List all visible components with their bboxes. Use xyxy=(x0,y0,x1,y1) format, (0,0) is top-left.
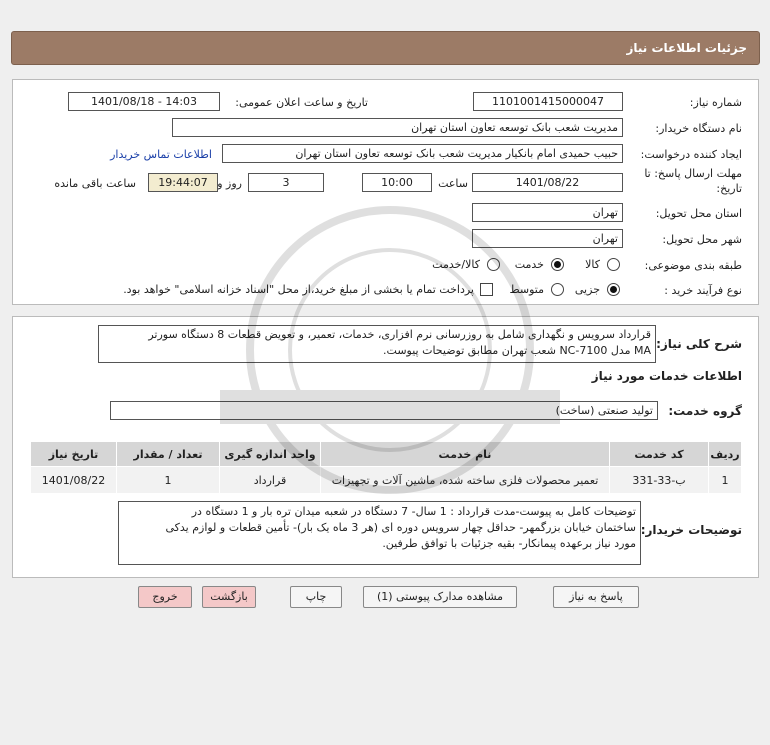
services-section-title: اطلاعات خدمات مورد نیاز xyxy=(591,369,742,383)
summary-label: شرح کلی نیاز: xyxy=(656,337,742,351)
table-header-row: ردیف کد خدمت نام خدمت واحد اندازه گیری ت… xyxy=(30,441,742,467)
remaining-label: ساعت باقی مانده xyxy=(54,177,136,190)
col-code: کد خدمت xyxy=(609,441,709,467)
service-group-label: گروه خدمت: xyxy=(668,404,742,418)
attachments-button[interactable]: مشاهده مدارک پیوستی (1) xyxy=(363,586,517,608)
province-label: استان محل تحویل: xyxy=(655,207,742,220)
process-minor-radio[interactable] xyxy=(607,283,620,296)
city-label: شهر محل تحویل: xyxy=(662,233,742,246)
announce-date-field: 1401/08/18 - 14:03 xyxy=(68,92,220,111)
service-group-field: تولید صنعتی (ساخت) xyxy=(110,401,658,420)
cell-date: 1401/08/22 xyxy=(30,466,117,494)
col-date: تاریخ نیاز xyxy=(30,441,117,467)
need-number-field: 1101001415000047 xyxy=(473,92,623,111)
cell-unit: قرارداد xyxy=(219,466,321,494)
cell-name: تعمیر محصولات فلزی ساخته شده، ماشین آلات… xyxy=(320,466,610,494)
services-table: ردیف کد خدمت نام خدمت واحد اندازه گیری ت… xyxy=(30,441,742,494)
col-quantity: تعداد / مقدار xyxy=(116,441,220,467)
buyer-notes-label: توضیحات خریدار: xyxy=(640,523,742,537)
treasury-note: پرداخت تمام یا بخشی از مبلغ خرید،از محل … xyxy=(123,283,474,296)
category-goods-label: کالا xyxy=(585,258,600,271)
process-label: نوع فرآیند خرید : xyxy=(664,284,742,297)
buyer-notes-line-1: توضیحات کامل به پیوست-مدت قرارداد : 1 سا… xyxy=(191,505,636,518)
summary-line-1: قرارداد سرویس و نگهداری شامل به روزرسانی… xyxy=(148,328,651,341)
deadline-date-field: 1401/08/22 xyxy=(472,173,623,192)
treasury-checkbox[interactable] xyxy=(480,283,493,296)
col-unit: واحد اندازه گیری xyxy=(219,441,321,467)
buyer-org-label: نام دستگاه خریدار: xyxy=(655,122,742,135)
days-field: 3 xyxy=(248,173,324,192)
category-service-radio[interactable] xyxy=(551,258,564,271)
print-button[interactable]: چاپ xyxy=(290,586,342,608)
buyer-org-field: مدیریت شعب بانک توسعه تعاون استان تهران xyxy=(172,118,623,137)
process-minor-label: جزیی xyxy=(574,283,600,296)
requester-field: حبیب حمیدی امام بانکیار مدیریت شعب بانک … xyxy=(222,144,623,163)
process-medium-radio[interactable] xyxy=(551,283,564,296)
back-button[interactable]: بازگشت xyxy=(202,586,256,608)
buyer-contact-link[interactable]: اطلاعات تماس خریدار xyxy=(110,148,212,161)
province-field: تهران xyxy=(472,203,623,222)
cell-code: ب-33-331 xyxy=(609,466,709,494)
days-label: روز و xyxy=(217,177,242,190)
deadline-label-2: تاریخ: xyxy=(716,182,742,195)
buyer-notes-box: توضیحات کامل به پیوست-مدت قرارداد : 1 سا… xyxy=(118,501,641,565)
category-goods-radio[interactable] xyxy=(607,258,620,271)
exit-button[interactable]: خروج xyxy=(138,586,192,608)
category-service-label: خدمت xyxy=(514,258,544,271)
buyer-notes-line-2: ساختمان خیابان بزرگمهر- حداقل چهار سرویس… xyxy=(165,521,636,534)
page-header: جزئیات اطلاعات نیاز xyxy=(11,31,760,65)
summary-box: قرارداد سرویس و نگهداری شامل به روزرسانی… xyxy=(98,325,656,363)
remaining-time-field: 19:44:07 xyxy=(148,173,218,192)
process-medium-label: متوسط xyxy=(509,283,544,296)
service-group-value: تولید صنعتی (ساخت) xyxy=(555,404,653,417)
page-title: جزئیات اطلاعات نیاز xyxy=(626,41,747,55)
deadline-time-label: ساعت xyxy=(438,177,468,190)
deadline-time-field: 10:00 xyxy=(362,173,432,192)
summary-line-2: MA مدل NC-7100 شعب تهران مطابق توضیحات پ… xyxy=(383,344,651,357)
announce-date-label: تاریخ و ساعت اعلان عمومی: xyxy=(235,96,368,109)
city-field: تهران xyxy=(472,229,623,248)
need-number-label: شماره نیاز: xyxy=(689,96,742,109)
col-name: نام خدمت xyxy=(320,441,610,467)
category-label: طبقه بندی موضوعی: xyxy=(644,259,742,272)
col-row: ردیف xyxy=(708,441,742,467)
cell-row: 1 xyxy=(708,466,742,494)
category-both-label: کالا/خدمت xyxy=(432,258,480,271)
buyer-notes-line-3: مورد نیاز برعهده پیمانکار- بقیه جزئیات ب… xyxy=(382,537,636,550)
cell-quantity: 1 xyxy=(116,466,220,494)
category-both-radio[interactable] xyxy=(487,258,500,271)
table-row: 1 ب-33-331 تعمیر محصولات فلزی ساخته شده،… xyxy=(30,466,742,494)
deadline-label: مهلت ارسال پاسخ: تا xyxy=(644,167,742,180)
reply-button[interactable]: پاسخ به نیاز xyxy=(553,586,639,608)
requester-label: ایجاد کننده درخواست: xyxy=(640,148,742,161)
